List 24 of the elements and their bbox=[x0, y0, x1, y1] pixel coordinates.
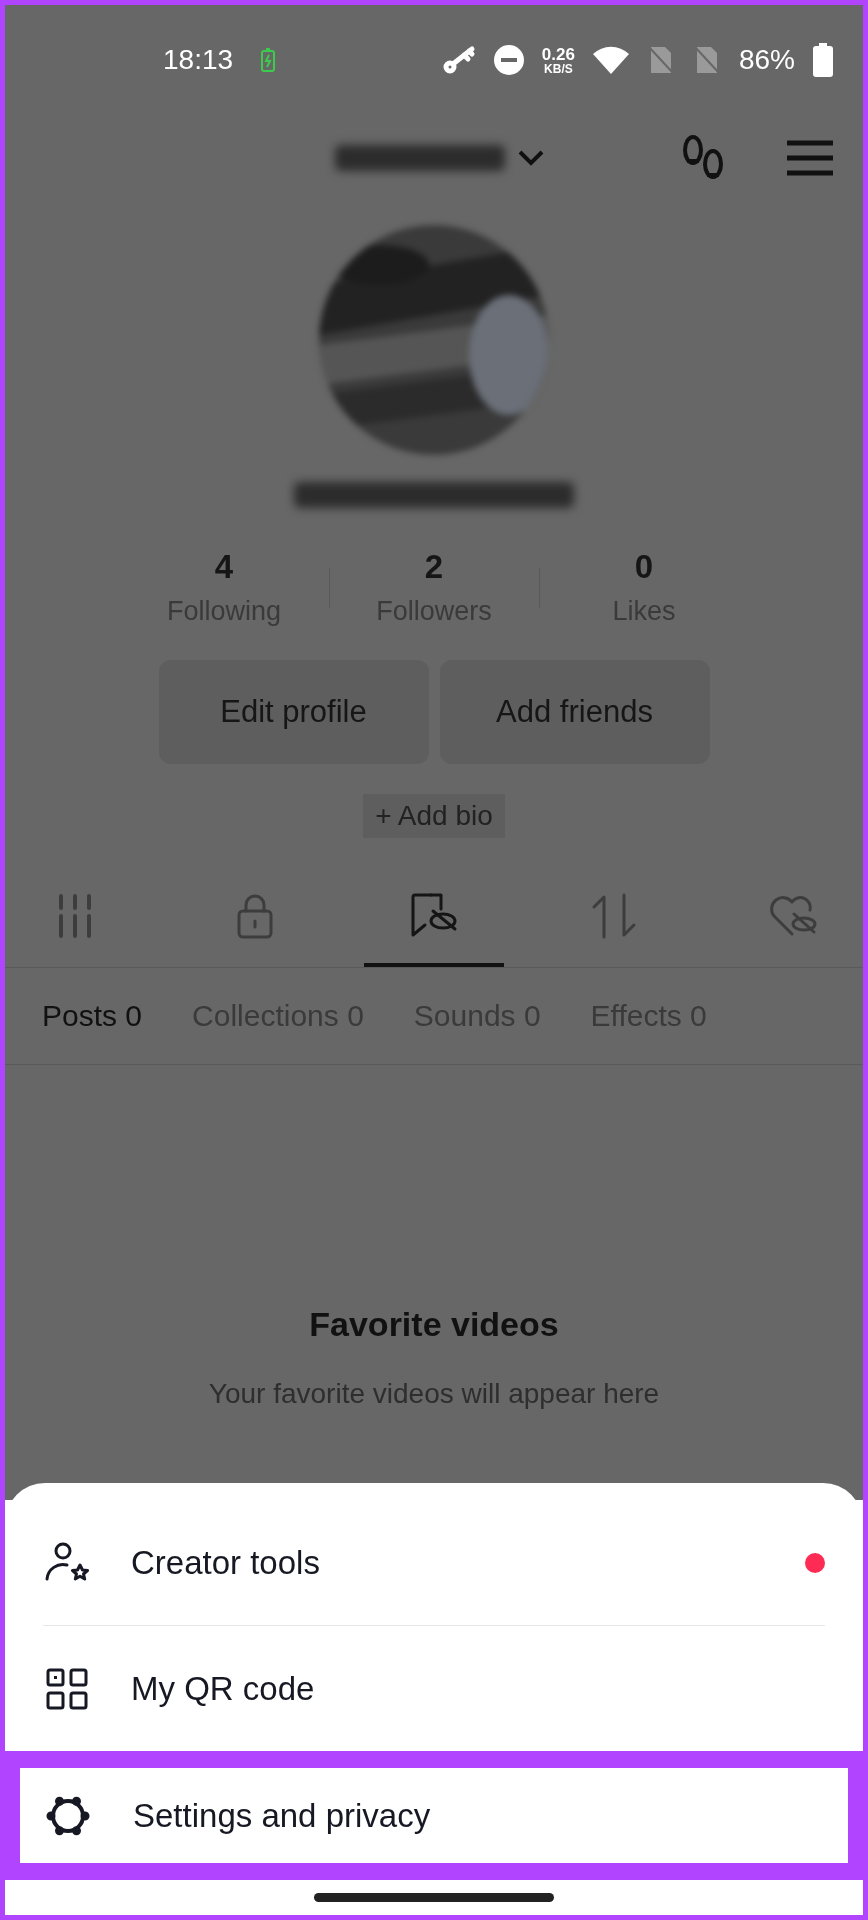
qr-code-icon bbox=[45, 1666, 89, 1711]
stat-count: 4 bbox=[214, 548, 234, 586]
bookmark-hidden-icon bbox=[409, 892, 459, 939]
battery-percent: 86% bbox=[738, 44, 795, 76]
status-time: 18:13 bbox=[163, 44, 234, 76]
profile-button[interactable]: Add friends bbox=[439, 660, 710, 764]
chevron-down-icon[interactable] bbox=[517, 148, 545, 167]
battery-icon bbox=[813, 43, 833, 77]
menu-icon[interactable] bbox=[787, 139, 833, 176]
stat-count: 2 bbox=[424, 548, 444, 586]
wifi-icon bbox=[592, 46, 629, 74]
stat-count: 0 bbox=[634, 548, 654, 586]
heart-hidden-icon bbox=[768, 893, 818, 938]
speed-unit: KB/S bbox=[544, 62, 573, 75]
charging-battery-icon bbox=[261, 48, 276, 72]
sub-tab[interactable]: Posts 0 bbox=[42, 999, 143, 1033]
empty-title: Favorite videos bbox=[309, 1305, 559, 1344]
menu-item[interactable]: Settings and privacy bbox=[20, 1768, 848, 1863]
do-not-disturb-icon bbox=[493, 45, 524, 75]
key-icon bbox=[441, 45, 476, 75]
profile-button[interactable]: Edit profile bbox=[158, 660, 429, 764]
add-bio-button[interactable]: + Add bio bbox=[363, 794, 505, 838]
empty-subtitle: Your favorite videos will appear here bbox=[208, 1378, 660, 1410]
network-speed: 0.26 bbox=[541, 45, 575, 63]
